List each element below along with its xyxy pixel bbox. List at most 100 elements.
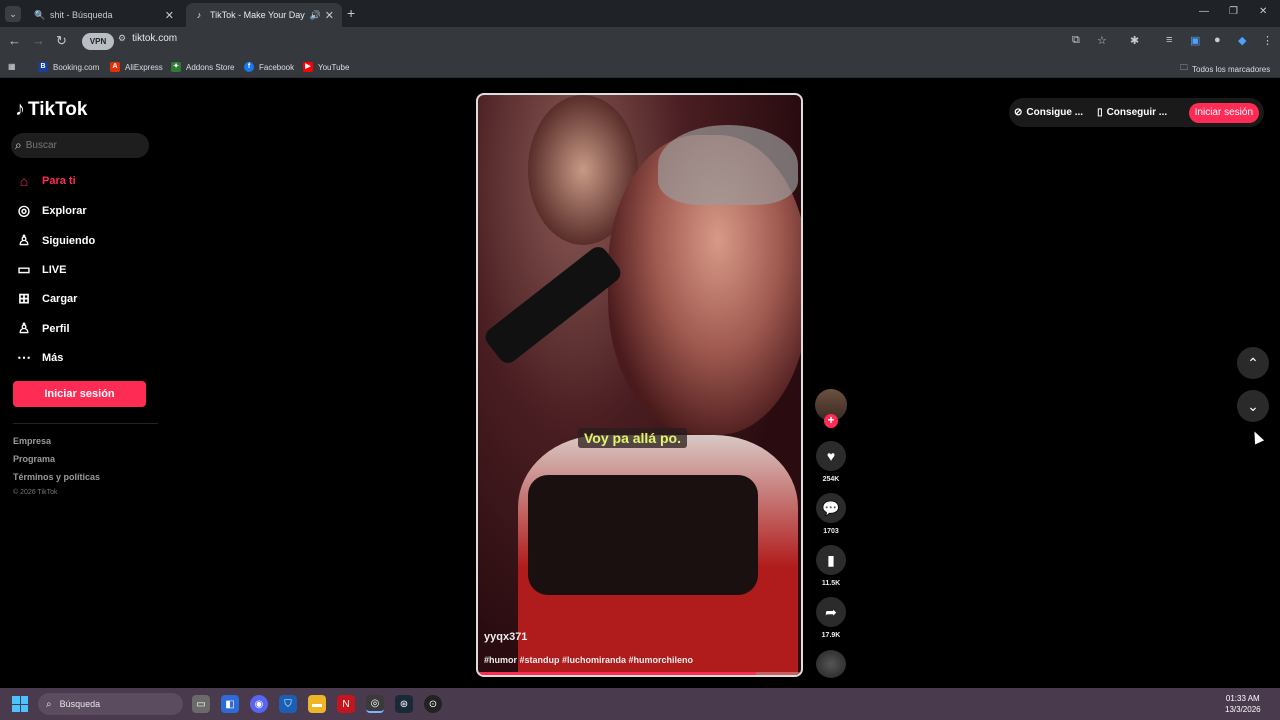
bookmark-star-icon[interactable]: ☆ [1097, 34, 1107, 47]
bookmark-label: AliExpress [125, 62, 163, 72]
share-count: 17.9K [821, 632, 841, 639]
windows-start-icon[interactable] [12, 696, 28, 712]
footer-link-terminos[interactable]: Términos y políticas [13, 472, 100, 482]
music-disc-icon[interactable] [816, 650, 846, 678]
heart-icon[interactable]: ♥ [816, 441, 846, 471]
bookmark-aliexpress[interactable]: A AliExpress [110, 62, 163, 72]
nav-live[interactable]: ▭ LIVE [15, 261, 66, 278]
video-username[interactable]: yyqx371 [484, 631, 527, 643]
obs-icon[interactable]: ⊙ [424, 695, 442, 713]
close-icon[interactable]: ✕ [325, 9, 334, 22]
sidebar-icon[interactable]: ▣ [1190, 34, 1200, 47]
bookmark-label: Facebook [259, 62, 295, 72]
compass-icon: ◎ [17, 202, 31, 218]
tiktok-logo-icon: ♪ [15, 98, 25, 120]
new-tab-button[interactable]: + [347, 5, 355, 21]
apps-grid-icon[interactable]: ▦ [8, 62, 16, 71]
close-window-icon[interactable]: ✕ [1259, 6, 1267, 17]
app-icon[interactable]: ◧ [221, 695, 239, 713]
coin-icon: ⊘ [1014, 107, 1023, 118]
tab-busqueda[interactable]: 🔍 shit - Búsqueda ✕ [26, 3, 182, 27]
forward-icon[interactable]: → [32, 33, 45, 48]
bookmark-youtube[interactable]: ▶ YouTube [303, 62, 349, 72]
video-player[interactable]: Voy pa allá po. yyqx371 #humor #standup … [476, 93, 803, 677]
nav-perfil[interactable]: ♙ Perfil [15, 320, 70, 337]
bookmark-icon[interactable]: ▮ [816, 545, 846, 575]
speaker-icon[interactable]: 🔊 [310, 10, 321, 21]
nav-label: Perfil [42, 322, 70, 335]
comment-icon[interactable]: 💬 [816, 493, 846, 523]
more-icon: ⋯ [17, 349, 31, 365]
previous-video-button[interactable]: ⌃ [1237, 347, 1269, 379]
top-login-button[interactable]: Iniciar sesión [1188, 102, 1259, 123]
system-clock[interactable]: 01:33 AM 13/3/2026 [1225, 693, 1261, 715]
nav-mas[interactable]: ⋯ Más [15, 349, 63, 366]
close-icon[interactable]: ✕ [165, 9, 174, 22]
next-video-button[interactable]: ⌄ [1237, 390, 1269, 422]
steam-icon[interactable]: ⊛ [395, 695, 413, 713]
like-count: 254K [822, 476, 840, 483]
addons-icon: ✦ [171, 62, 181, 72]
aliexpress-icon: A [110, 62, 120, 72]
install-app-icon[interactable]: ⧉ [1072, 34, 1080, 47]
menu-icon[interactable]: ⋮ [1262, 34, 1273, 47]
extensions-icon[interactable]: ✱ [1130, 34, 1139, 47]
shield-app-icon[interactable]: ⛉ [279, 695, 297, 713]
get-app-button[interactable]: ▯ Conseguir ... [1097, 107, 1167, 118]
taskbar-search[interactable]: ⌕ Búsqueda [38, 693, 183, 715]
tiktok-logo[interactable]: ♪ TikTok [15, 98, 87, 121]
tab-bar: ⌄ 🔍 shit - Búsqueda ✕ ♪ TikTok - Make Yo… [0, 0, 1280, 27]
nav-para-ti[interactable]: ⌂ Para ti [15, 173, 76, 189]
address-bar[interactable]: ⚙ tiktok.com [118, 33, 177, 44]
bookmark-label: Todos los marcadores [1192, 64, 1271, 74]
back-icon[interactable]: ← [8, 33, 21, 48]
tab-tiktok[interactable]: ♪ TikTok - Make Your Day 🔊 ✕ [186, 3, 342, 27]
nav-cargar[interactable]: ⊞ Cargar [15, 290, 77, 307]
nav-explorar[interactable]: ◎ Explorar [15, 202, 87, 219]
bookmarks-bar: ▦ B Booking.com A AliExpress ✦ Addons Store… [0, 56, 1280, 78]
footer-link-empresa[interactable]: Empresa [13, 436, 51, 446]
netflix-icon[interactable]: N [337, 695, 355, 713]
media-control-icon[interactable]: ≡ [1166, 34, 1172, 46]
button-label: Consigue ... [1026, 107, 1084, 118]
nav-label: Cargar [42, 292, 78, 305]
video-hair [658, 125, 798, 205]
search-icon: ⌕ [46, 698, 52, 710]
footer-link-programa[interactable]: Programa [13, 454, 55, 464]
search-input[interactable] [25, 140, 136, 151]
comment-action[interactable]: 💬 1703 [816, 493, 846, 535]
get-coins-button[interactable]: ⊘ Consigue ... [1014, 107, 1083, 118]
follow-plus-icon[interactable]: + [824, 414, 838, 428]
video-hashtags[interactable]: #humor #standup #luchomiranda #humorchil… [484, 655, 693, 665]
clock-date: 13/3/2026 [1225, 705, 1261, 714]
file-explorer-icon[interactable]: ▬ [308, 695, 326, 713]
shield-icon[interactable]: ◆ [1238, 34, 1246, 47]
folder-icon: 🗀 [1180, 63, 1188, 72]
minimize-icon[interactable]: — [1199, 6, 1209, 17]
restore-icon[interactable]: ❐ [1229, 6, 1238, 17]
share-icon[interactable]: ➦ [816, 597, 846, 627]
bookmark-addons-store[interactable]: ✦ Addons Store [171, 62, 234, 72]
nav-label: Más [42, 351, 64, 364]
browser-toolbar: ← → ↻ VPN ⚙ tiktok.com ⧉ ☆ ✱ ≡ ▣ ● ◆ ⋮ [0, 27, 1280, 56]
save-action[interactable]: ▮ 11.5K [816, 545, 846, 587]
like-action[interactable]: ♥ 254K [816, 441, 846, 483]
reload-icon[interactable]: ↻ [56, 33, 67, 49]
nav-siguiendo[interactable]: ♙ Siguiendo [15, 232, 95, 249]
profile-icon[interactable]: ● [1214, 34, 1221, 46]
video-progress-bar[interactable] [478, 672, 801, 675]
chrome-icon[interactable]: ◎ [366, 695, 384, 713]
microphone [481, 243, 625, 367]
all-bookmarks-folder[interactable]: 🗀 Todos los marcadores [1180, 62, 1270, 76]
search-box[interactable]: ⌕ [11, 133, 149, 158]
nav-label: Explorar [42, 204, 87, 217]
login-button[interactable]: Iniciar sesión [13, 381, 146, 407]
tab-search-menu-icon[interactable]: ⌄ [5, 6, 21, 22]
vpn-badge[interactable]: VPN [82, 33, 114, 50]
share-action[interactable]: ➦ 17.9K [816, 597, 846, 639]
bookmark-facebook[interactable]: f Facebook [244, 62, 294, 72]
bookmark-booking[interactable]: B Booking.com [38, 62, 99, 72]
discord-icon[interactable]: ◉ [250, 695, 268, 713]
task-view-icon[interactable]: ▭ [192, 695, 210, 713]
site-settings-icon[interactable]: ⚙ [118, 33, 126, 43]
